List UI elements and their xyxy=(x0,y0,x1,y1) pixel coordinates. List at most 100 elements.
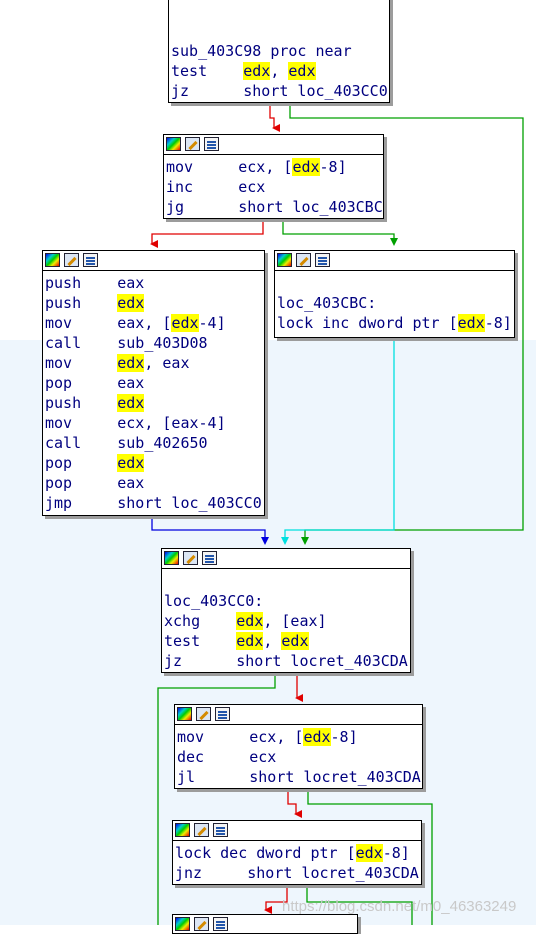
asm-line[interactable]: push eax xyxy=(45,273,144,293)
asm-text: mov xyxy=(45,354,118,372)
asm-text: pop eax xyxy=(45,374,145,392)
asm-line[interactable]: sub_403C98 proc near xyxy=(171,41,352,61)
block-mov-ecx-dec[interactable]: mov ecx, [edx-8] dec ecx jl short locret_4… xyxy=(174,704,423,789)
asm-line[interactable]: jz short loc_403CC0 xyxy=(171,81,388,101)
node-header xyxy=(275,251,514,271)
register-highlight: edx xyxy=(236,612,264,630)
asm-text: , [eax] xyxy=(263,612,327,630)
asm-text: loc_403CBC: xyxy=(277,294,377,312)
color-palette-icon[interactable] xyxy=(45,253,60,267)
register-highlight: edx xyxy=(281,632,309,650)
asm-text: mov ecx, [ xyxy=(177,728,304,746)
asm-line[interactable]: jmp short loc_403CC0 xyxy=(45,493,262,513)
register-highlight: edx xyxy=(171,314,199,332)
asm-line[interactable]: mov ecx, [eax-4] xyxy=(45,413,226,433)
asm-line[interactable]: lock dec dword ptr [edx-8] xyxy=(175,843,410,863)
asm-line[interactable]: call sub_403D08 xyxy=(45,333,208,353)
asm-text: sub_403C98 proc near xyxy=(171,42,352,60)
node-header xyxy=(164,135,383,155)
asm-line[interactable]: mov eax, [edx-4] xyxy=(45,313,226,333)
register-highlight: edx xyxy=(303,728,331,746)
asm-line[interactable]: mov ecx, [edx-8] xyxy=(166,157,347,177)
register-highlight: edx xyxy=(292,158,320,176)
color-palette-icon[interactable] xyxy=(277,253,292,267)
graph-view-icon[interactable] xyxy=(215,707,230,721)
register-highlight: edx xyxy=(457,314,485,332)
register-highlight: edx xyxy=(117,394,145,412)
asm-text: -4] xyxy=(198,314,226,332)
asm-line[interactable]: jg short loc_403CBC xyxy=(166,197,383,217)
asm-text: loc_403CC0: xyxy=(164,592,264,610)
asm-line[interactable]: dec ecx xyxy=(177,747,276,767)
register-highlight: edx xyxy=(288,62,316,80)
edit-pencil-icon[interactable] xyxy=(183,551,198,565)
asm-text: push xyxy=(45,394,118,412)
graph-view-icon[interactable] xyxy=(213,917,228,931)
asm-line[interactable]: loc_403CC0: xyxy=(164,591,263,611)
asm-text: , eax xyxy=(144,354,190,372)
block-mov-ecx[interactable]: mov ecx, [edx-8] inc ecx jg short loc_403C… xyxy=(163,134,384,219)
watermark-text: https://blog.csdn.net/m0_46363249 xyxy=(282,898,517,915)
node-header xyxy=(173,821,421,841)
asm-line[interactable]: pop eax xyxy=(45,373,144,393)
asm-line[interactable]: mov ecx, [edx-8] xyxy=(177,727,358,747)
asm-text: test xyxy=(164,632,237,650)
asm-line[interactable]: pop eax xyxy=(45,473,144,493)
asm-line[interactable]: mov edx, eax xyxy=(45,353,190,373)
block-push-eax[interactable]: push eax push edx mov eax, [edx-4] call sub… xyxy=(42,250,265,516)
asm-text: jl short locret_403CDA xyxy=(177,768,421,786)
color-palette-icon[interactable] xyxy=(175,917,190,931)
asm-line[interactable]: jz short locret_403CDA xyxy=(164,651,408,671)
edit-pencil-icon[interactable] xyxy=(196,707,211,721)
block-sub-403c98[interactable]: sub_403C98 proc near test edx, edx jz shor… xyxy=(168,0,390,103)
node-header xyxy=(43,251,264,271)
asm-line[interactable]: pop edx xyxy=(45,453,145,473)
edit-pencil-icon[interactable] xyxy=(64,253,79,267)
asm-text: test xyxy=(171,62,244,80)
asm-line[interactable]: inc ecx xyxy=(166,177,265,197)
block-loc-403cc0[interactable]: loc_403CC0: xchg edx, [eax] test edx, edx j… xyxy=(161,548,411,673)
asm-line[interactable]: xchg edx, [eax] xyxy=(164,611,327,631)
asm-text: lock inc dword ptr [ xyxy=(277,314,458,332)
edit-pencil-icon[interactable] xyxy=(194,823,209,837)
edit-pencil-icon[interactable] xyxy=(185,137,200,151)
asm-text: xchg xyxy=(164,612,237,630)
block-loc-403cbc[interactable]: loc_403CBC: lock inc dword ptr [edx-8] xyxy=(274,250,515,338)
asm-line[interactable]: push edx xyxy=(45,393,145,413)
edit-pencil-icon[interactable] xyxy=(296,253,311,267)
asm-text: jz short loc_403CC0 xyxy=(171,82,388,100)
asm-text: pop xyxy=(45,454,118,472)
asm-text: push eax xyxy=(45,274,145,292)
asm-line[interactable]: call sub_402650 xyxy=(45,433,208,453)
asm-line[interactable]: jl short locret_403CDA xyxy=(177,767,421,787)
asm-line[interactable]: push edx xyxy=(45,293,145,313)
graph-view-icon[interactable] xyxy=(204,137,219,151)
asm-text: pop eax xyxy=(45,474,145,492)
asm-line[interactable]: lock inc dword ptr [edx-8] xyxy=(277,313,512,333)
asm-text: call sub_403D08 xyxy=(45,334,208,352)
color-palette-icon[interactable] xyxy=(177,707,192,721)
graph-view-icon[interactable] xyxy=(202,551,217,565)
graph-view-icon[interactable] xyxy=(83,253,98,267)
edit-pencil-icon[interactable] xyxy=(194,917,209,931)
color-palette-icon[interactable] xyxy=(164,551,179,565)
asm-text: , xyxy=(270,62,289,80)
asm-line[interactable]: jnz short locret_403CDA xyxy=(175,863,419,883)
asm-line[interactable]: loc_403CBC: xyxy=(277,293,376,313)
asm-text: push xyxy=(45,294,118,312)
node-header xyxy=(175,705,422,725)
register-highlight: edx xyxy=(236,632,264,650)
graph-view-icon[interactable] xyxy=(315,253,330,267)
asm-line[interactable]: test edx, edx xyxy=(171,61,316,81)
asm-line[interactable]: test edx, edx xyxy=(164,631,309,651)
block-next-partial[interactable] xyxy=(172,914,358,934)
color-palette-icon[interactable] xyxy=(175,823,190,837)
asm-text: call sub_402650 xyxy=(45,434,208,452)
asm-text: mov ecx, [ xyxy=(166,158,293,176)
block-lock-dec[interactable]: lock dec dword ptr [edx-8] jnz short locr… xyxy=(172,820,422,885)
register-highlight: edx xyxy=(117,354,145,372)
asm-text: jmp short loc_403CC0 xyxy=(45,494,262,512)
graph-view-icon[interactable] xyxy=(213,823,228,837)
asm-text: -8] xyxy=(319,158,347,176)
color-palette-icon[interactable] xyxy=(166,137,181,151)
